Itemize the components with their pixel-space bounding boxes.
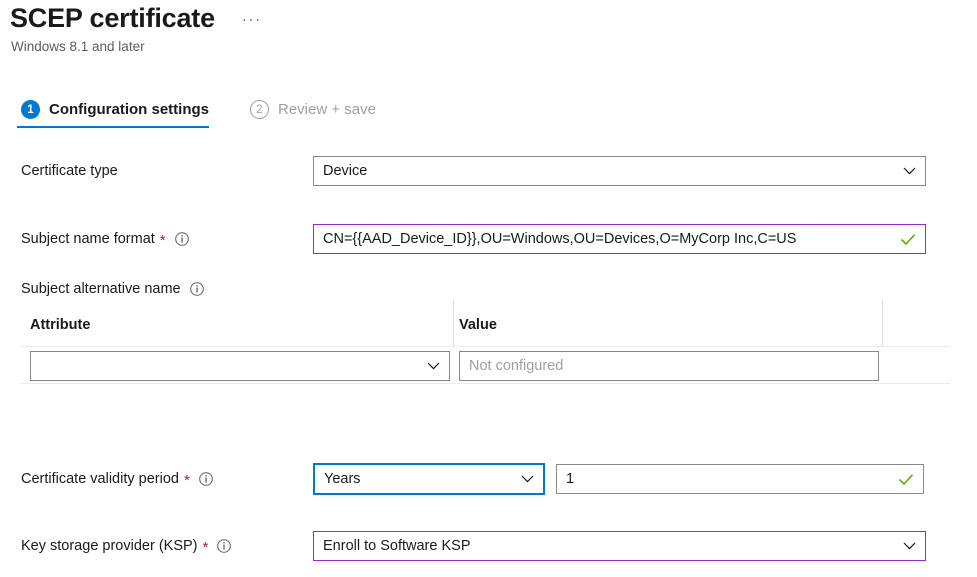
info-icon[interactable] (190, 282, 204, 296)
row-subject-name-format: Subject name format * CN={{AAD_Device_ID… (0, 224, 977, 254)
chevron-down-icon (521, 475, 534, 483)
page-subtitle: Windows 8.1 and later (0, 38, 977, 56)
tab-step-number: 1 (21, 100, 40, 119)
check-icon (898, 473, 914, 486)
row-certificate-type: Certificate type Device (0, 156, 977, 186)
subject-name-format-input[interactable]: CN={{AAD_Device_ID}},OU=Windows,OU=Devic… (313, 224, 926, 254)
ellipsis-icon[interactable]: ··· (242, 14, 262, 26)
chevron-down-icon (427, 362, 440, 370)
tab-active-underline (17, 126, 209, 128)
title-row: SCEP certificate ··· (0, 0, 977, 35)
certificate-type-label: Certificate type (0, 161, 313, 181)
row-certificate-validity-period: Certificate validity period * Years 1 (0, 463, 977, 495)
page-header: SCEP certificate ··· Windows 8.1 and lat… (0, 0, 977, 56)
certificate-validity-period-label: Certificate validity period * (0, 469, 313, 489)
san-value-input[interactable]: Not configured (459, 351, 879, 381)
label-text: Key storage provider (KSP) (21, 536, 198, 556)
check-icon (900, 233, 916, 246)
info-icon[interactable] (199, 472, 213, 486)
column-header-attribute: Attribute (30, 317, 90, 333)
table-row: Not configured (0, 347, 977, 384)
subject-name-format-value: CN={{AAD_Device_ID}},OU=Windows,OU=Devic… (323, 231, 894, 247)
required-asterisk: * (160, 236, 166, 246)
san-attribute-dropdown[interactable] (30, 351, 450, 381)
certificate-type-dropdown[interactable]: Device (313, 156, 926, 186)
row-subject-alternative-name: Subject alternative name (0, 279, 977, 299)
tab-label: Configuration settings (49, 101, 209, 118)
label-text: Subject alternative name (21, 279, 181, 299)
subject-alternative-name-label: Subject alternative name (0, 279, 204, 299)
required-asterisk: * (184, 476, 190, 486)
validity-period-amount-value: 1 (566, 471, 892, 487)
subject-name-format-label: Subject name format * (0, 229, 313, 249)
validity-period-unit-dropdown[interactable]: Years (313, 463, 545, 495)
required-asterisk: * (203, 543, 209, 553)
key-storage-provider-label: Key storage provider (KSP) * (0, 536, 313, 556)
certificate-type-value: Device (323, 163, 897, 179)
chevron-down-icon (903, 167, 916, 175)
column-divider (453, 300, 454, 347)
chevron-down-icon (903, 542, 916, 550)
column-divider (882, 300, 883, 347)
info-icon[interactable] (175, 232, 189, 246)
san-value-placeholder: Not configured (469, 358, 869, 374)
key-storage-provider-value: Enroll to Software KSP (323, 538, 897, 554)
label-text: Subject name format (21, 229, 155, 249)
key-storage-provider-dropdown[interactable]: Enroll to Software KSP (313, 531, 926, 561)
wizard-tabs: 1 Configuration settings 2 Review + save (17, 100, 386, 128)
label-text: Certificate type (21, 161, 118, 181)
row-key-storage-provider: Key storage provider (KSP) * Enroll to S… (0, 531, 977, 561)
table-header-row: Attribute Value (0, 300, 977, 347)
info-icon[interactable] (217, 539, 231, 553)
tab-configuration-settings[interactable]: 1 Configuration settings (17, 100, 219, 128)
tab-label: Review + save (278, 101, 376, 118)
tab-review-save[interactable]: 2 Review + save (246, 100, 386, 128)
tab-step-number: 2 (250, 100, 269, 119)
subject-alternative-name-table: Attribute Value Not configured (0, 300, 977, 384)
column-header-value: Value (459, 317, 497, 333)
validity-period-unit-value: Years (324, 471, 515, 487)
label-text: Certificate validity period (21, 469, 179, 489)
page-title: SCEP certificate (10, 2, 215, 35)
table-row-divider (20, 383, 950, 384)
validity-period-amount-input[interactable]: 1 (556, 464, 924, 494)
